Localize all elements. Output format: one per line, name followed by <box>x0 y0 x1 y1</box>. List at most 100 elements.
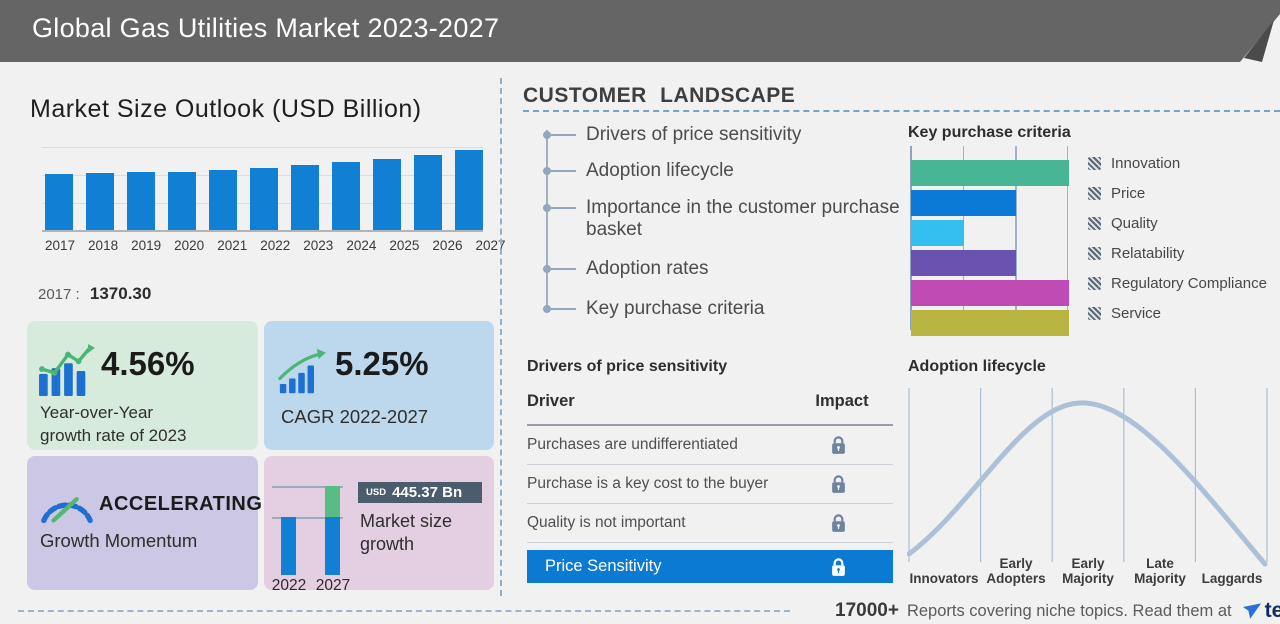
bar-chart-trend-icon <box>38 343 96 397</box>
vertical-dashed-divider <box>500 78 502 596</box>
year-label: 2020 <box>174 238 204 253</box>
market-size-bar <box>332 162 360 230</box>
market-size-bar <box>414 155 442 230</box>
bullet-dot-icon <box>543 131 551 139</box>
x-axis-labels: 2017201820192020202120222023202420252026… <box>45 238 506 253</box>
legend-label: Innovation <box>1111 155 1180 172</box>
impact-column-header: Impact <box>807 392 877 411</box>
yoy-growth-card: 4.56% Year-over-Year growth rate of 2023 <box>27 321 258 450</box>
bullet-dot-icon <box>543 167 551 175</box>
legend-label: Price <box>1111 185 1145 202</box>
lock-icon <box>830 512 847 534</box>
legend-swatch-icon <box>1088 187 1101 200</box>
criteria-bar <box>911 280 1069 306</box>
legend-swatch-icon <box>1088 157 1101 170</box>
lock-icon <box>830 434 847 456</box>
market-size-bar <box>291 165 319 230</box>
price-sensitivity-title: Drivers of price sensitivity <box>527 358 727 376</box>
bullet-dot-icon <box>543 204 551 212</box>
cagr-value: 5.25% <box>335 345 429 383</box>
technavio-logo-icon <box>1242 602 1262 621</box>
bullet-label: Adoption rates <box>586 258 709 280</box>
lifecycle-stage-labels: InnovatorsEarly AdoptersEarly MajorityLa… <box>908 544 1268 586</box>
bullet-connector <box>551 170 576 172</box>
legend-item: Innovation <box>1088 150 1267 176</box>
year-label: 2023 <box>303 238 333 253</box>
momentum-label: Growth Momentum <box>40 529 197 552</box>
lifecycle-stage-label: Late Majority <box>1124 556 1196 586</box>
bullet-label: Drivers of price sensitivity <box>586 124 801 146</box>
legend-swatch-icon <box>1088 277 1101 290</box>
market-size-bar <box>209 170 237 230</box>
yoy-value: 4.56% <box>101 345 195 383</box>
footer: 17000+ Reports covering niche topics. Re… <box>835 599 1280 623</box>
lifecycle-stage-label: Laggards <box>1196 571 1268 586</box>
market-size-bar <box>45 174 73 230</box>
market-size-bar <box>455 150 483 230</box>
mini-bar-2027-increment <box>325 486 340 517</box>
year-label: 2026 <box>432 238 462 253</box>
price-sensitivity-table: Driver Impact Purchases are undifferenti… <box>527 392 893 583</box>
lifecycle-stage-label: Innovators <box>908 571 980 586</box>
bullet-dot-icon <box>543 305 551 313</box>
driver-column-header: Driver <box>527 392 575 410</box>
legend-item: Regulatory Compliance <box>1088 270 1267 296</box>
kpc-title: Key purchase criteria <box>908 124 1071 142</box>
customer-landscape-item: Adoption lifecycle <box>543 160 734 182</box>
market-size-bar <box>373 159 401 230</box>
base-year-label: 2017 : <box>38 286 80 303</box>
table-row: Purchases are undifferentiated <box>527 426 893 465</box>
legend-label: Regulatory Compliance <box>1111 275 1267 292</box>
lock-icon <box>830 556 847 578</box>
legend-swatch-icon <box>1088 307 1101 320</box>
report-count: 17000+ <box>835 600 899 622</box>
year-label: 2018 <box>88 238 118 253</box>
kpc-legend: Innovation Price Quality Relatability Regula… <box>1088 150 1267 330</box>
criteria-bar <box>911 250 1016 276</box>
table-row: Quality is not important <box>527 504 893 543</box>
mini-year-start: 2022 <box>271 577 307 595</box>
kpc-bar-chart <box>911 160 1069 340</box>
legend-label: Relatability <box>1111 245 1184 262</box>
market-size-chart <box>42 135 492 231</box>
year-label: 2021 <box>217 238 247 253</box>
cagr-card: 5.25% CAGR 2022-2027 <box>264 321 494 450</box>
mini-year-end: 2027 <box>315 577 351 595</box>
legend-swatch-icon <box>1088 217 1101 230</box>
criteria-bar <box>911 160 1069 186</box>
speedometer-icon <box>38 483 96 527</box>
lifecycle-stage-label: Early Majority <box>1052 556 1124 586</box>
criteria-bar <box>911 310 1069 336</box>
growth-arrow-icon <box>278 347 326 397</box>
page-title: Global Gas Utilities Market 2023-2027 <box>32 13 499 44</box>
bullet-connector <box>551 134 576 136</box>
base-year-value: 2017 : 1370.30 <box>38 284 151 304</box>
customer-landscape-title: CUSTOMER LANDSCAPE <box>523 84 795 108</box>
year-label: 2019 <box>131 238 161 253</box>
lifecycle-stage-label: Early Adopters <box>980 556 1052 586</box>
customer-landscape-item: Key purchase criteria <box>543 298 764 320</box>
growth-amount: 445.37 Bn <box>392 484 462 501</box>
legend-item: Relatability <box>1088 240 1267 266</box>
table-header: Driver Impact <box>527 392 893 426</box>
bullet-label: Key purchase criteria <box>586 298 764 320</box>
market-size-bar <box>86 173 114 230</box>
lock-icon <box>830 473 847 495</box>
legend-item: Price <box>1088 180 1267 206</box>
mini-bar-2022 <box>281 517 296 575</box>
bullet-connector <box>551 308 576 310</box>
yoy-label: Year-over-Year growth rate of 2023 <box>40 401 186 447</box>
growth-momentum-card: ACCELERATING Growth Momentum <box>27 456 258 590</box>
criteria-bar <box>911 220 964 246</box>
footer-text: Reports covering niche topics. Read them… <box>907 602 1232 621</box>
bullet-label: Adoption lifecycle <box>586 160 734 182</box>
legend-label: Quality <box>1111 215 1158 232</box>
bullet-connector <box>551 207 576 209</box>
year-label: 2017 <box>45 238 75 253</box>
legend-item: Quality <box>1088 210 1267 236</box>
legend-swatch-icon <box>1088 247 1101 260</box>
legend-item: Service <box>1088 300 1267 326</box>
base-year-number: 1370.30 <box>90 284 151 303</box>
customer-landscape-item: Importance in the customer purchase bask… <box>543 197 906 241</box>
page-curl-decoration <box>1228 0 1280 62</box>
